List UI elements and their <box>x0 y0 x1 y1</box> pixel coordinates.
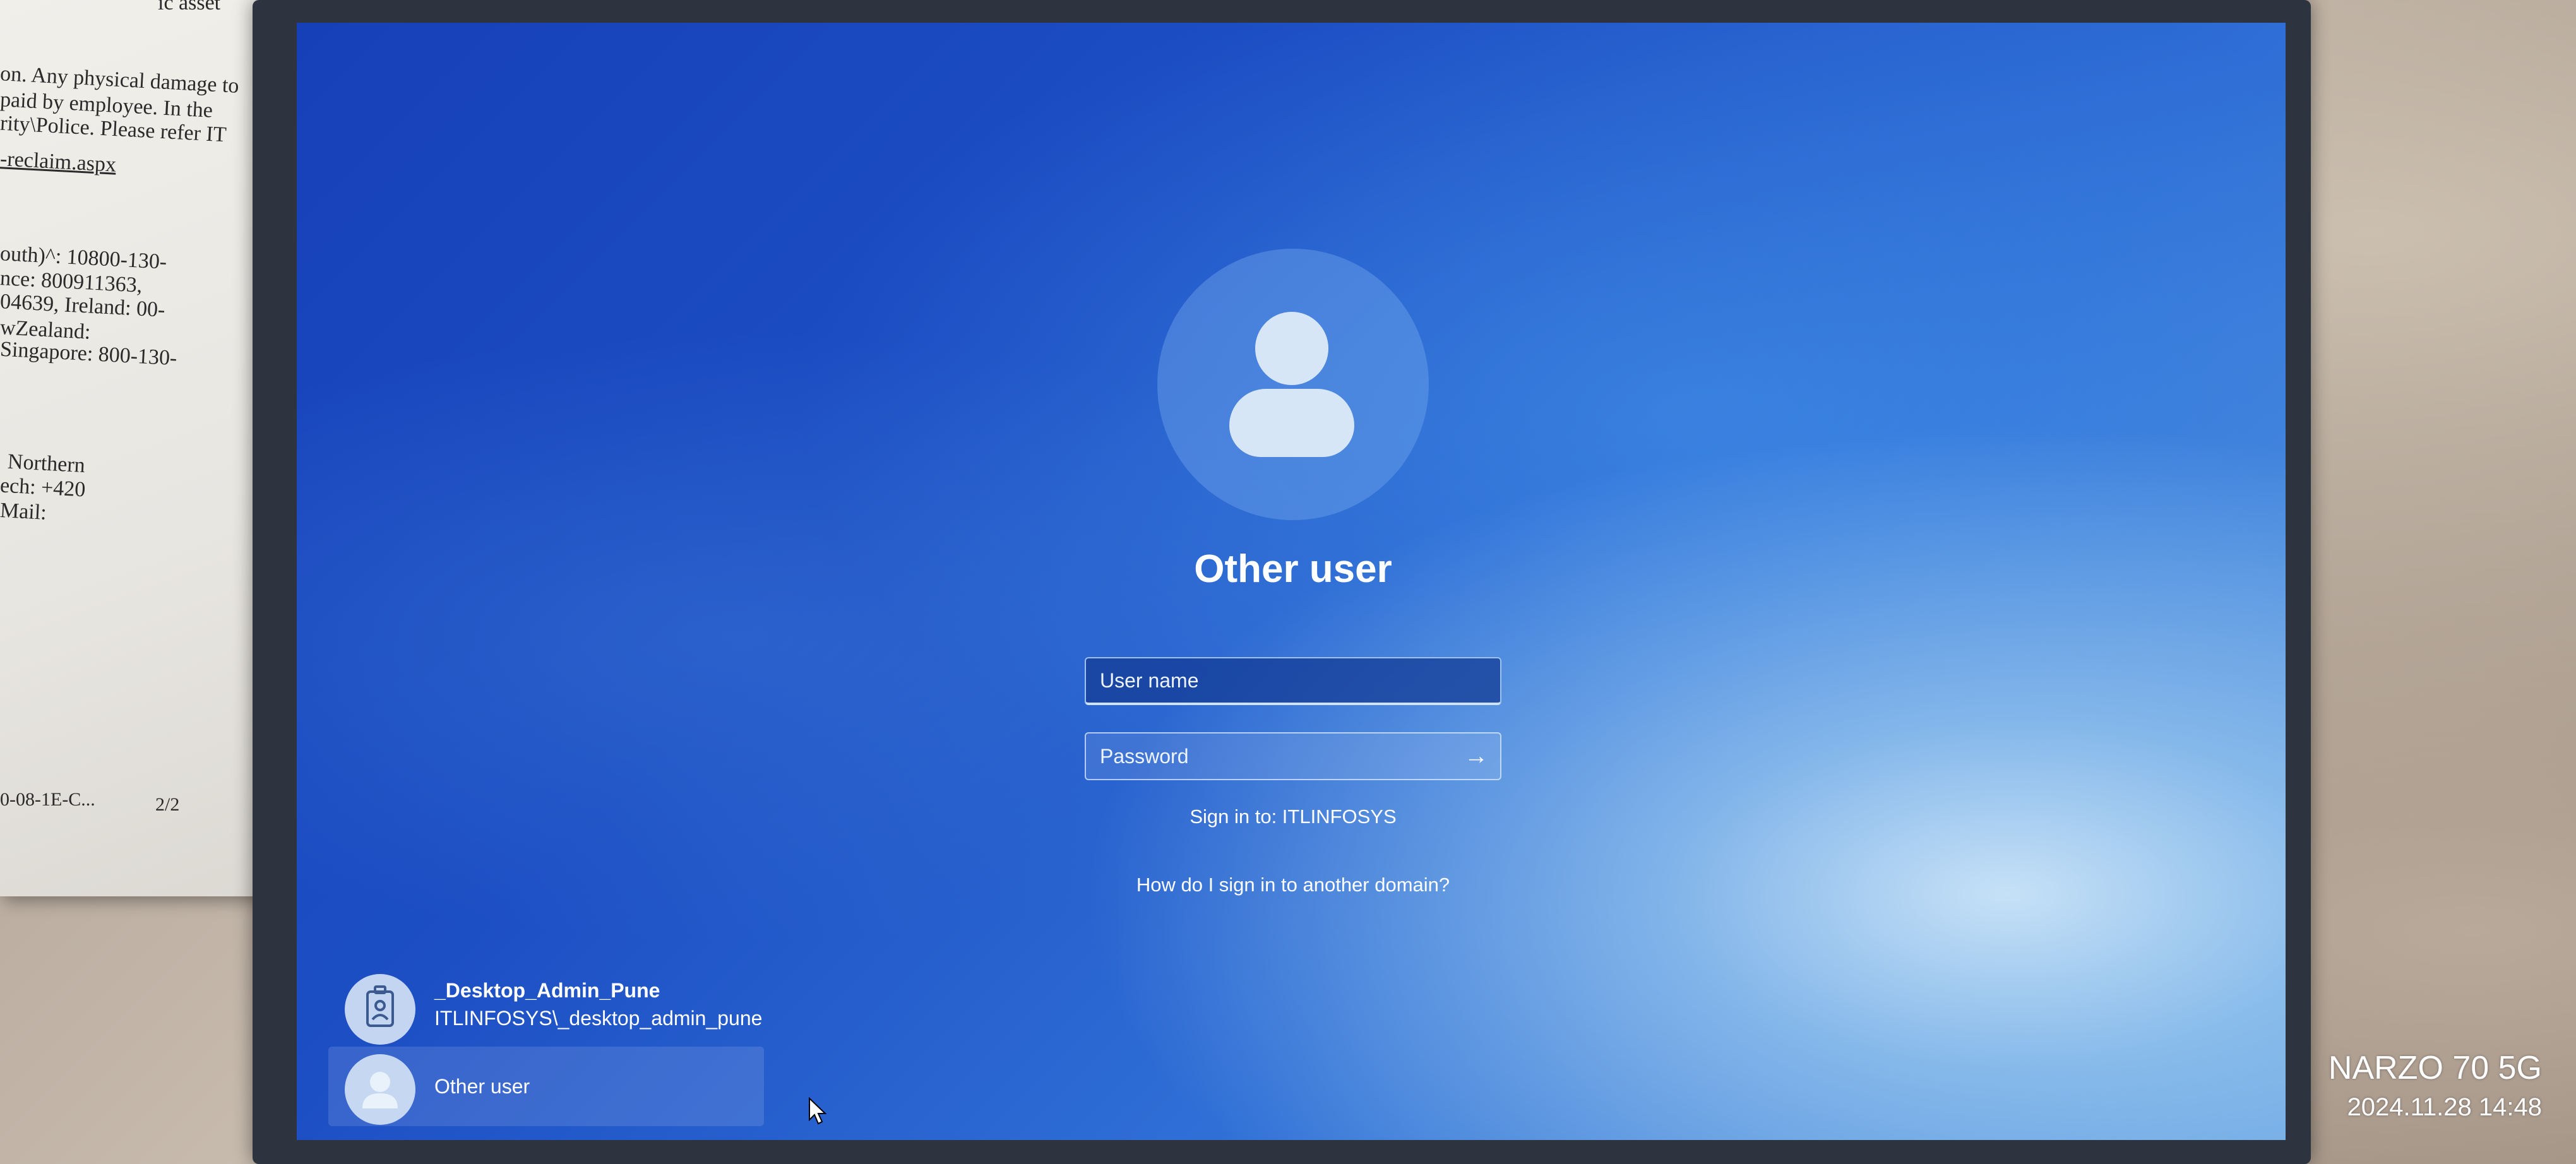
username-field[interactable] <box>1085 657 1501 705</box>
paper-line: Northern <box>7 449 86 478</box>
camera-watermark: NARZO 70 5G 2024.11.28 14:48 <box>2329 1049 2542 1122</box>
username-input[interactable] <box>1086 658 1500 703</box>
lock-screen: Other user → Sign in to: ITLINFOSYS How … <box>297 23 2286 1140</box>
user-list-item-admin[interactable]: _Desktop_Admin_Pune ITLINFOSYS\_desktop_… <box>328 966 764 1046</box>
user-name: _Desktop_Admin_Pune <box>434 979 660 1002</box>
mouse-cursor-icon <box>809 1097 827 1125</box>
user-icon <box>345 1054 415 1125</box>
password-field[interactable]: → <box>1085 732 1501 780</box>
paper-footer-id: 0-08-1E-C... <box>0 789 95 810</box>
login-title: Other user <box>1194 547 1392 591</box>
paper-page-number: 2/2 <box>155 794 180 815</box>
paper-link: -reclaim.aspx <box>0 147 117 177</box>
avatar-body <box>1229 389 1354 457</box>
submit-arrow-icon[interactable]: → <box>1457 739 1495 774</box>
user-name: Other user <box>434 1075 530 1098</box>
paper-line: Mail: <box>0 499 47 525</box>
user-avatar-large <box>1157 249 1429 520</box>
paper-line: Singapore: 800-130- <box>0 337 178 371</box>
sign-in-domain-text: Sign in to: ITLINFOSYS <box>1190 805 1397 828</box>
paper-line: ic asset <box>158 0 221 15</box>
watermark-datetime: 2024.11.28 14:48 <box>2347 1093 2542 1121</box>
id-badge-icon <box>345 974 415 1045</box>
user-list-item-other[interactable]: Other user <box>328 1047 764 1126</box>
watermark-device: NARZO 70 5G <box>2328 1050 2542 1086</box>
paper-document: ic asset on. Any physical damage to paid… <box>0 0 265 896</box>
password-input[interactable] <box>1086 733 1500 779</box>
avatar-head <box>1255 312 1328 385</box>
user-account: ITLINFOSYS\_desktop_admin_pune <box>434 1007 763 1030</box>
paper-line: ech: +420 <box>0 473 86 502</box>
other-domain-link[interactable]: How do I sign in to another domain? <box>1009 874 1577 896</box>
